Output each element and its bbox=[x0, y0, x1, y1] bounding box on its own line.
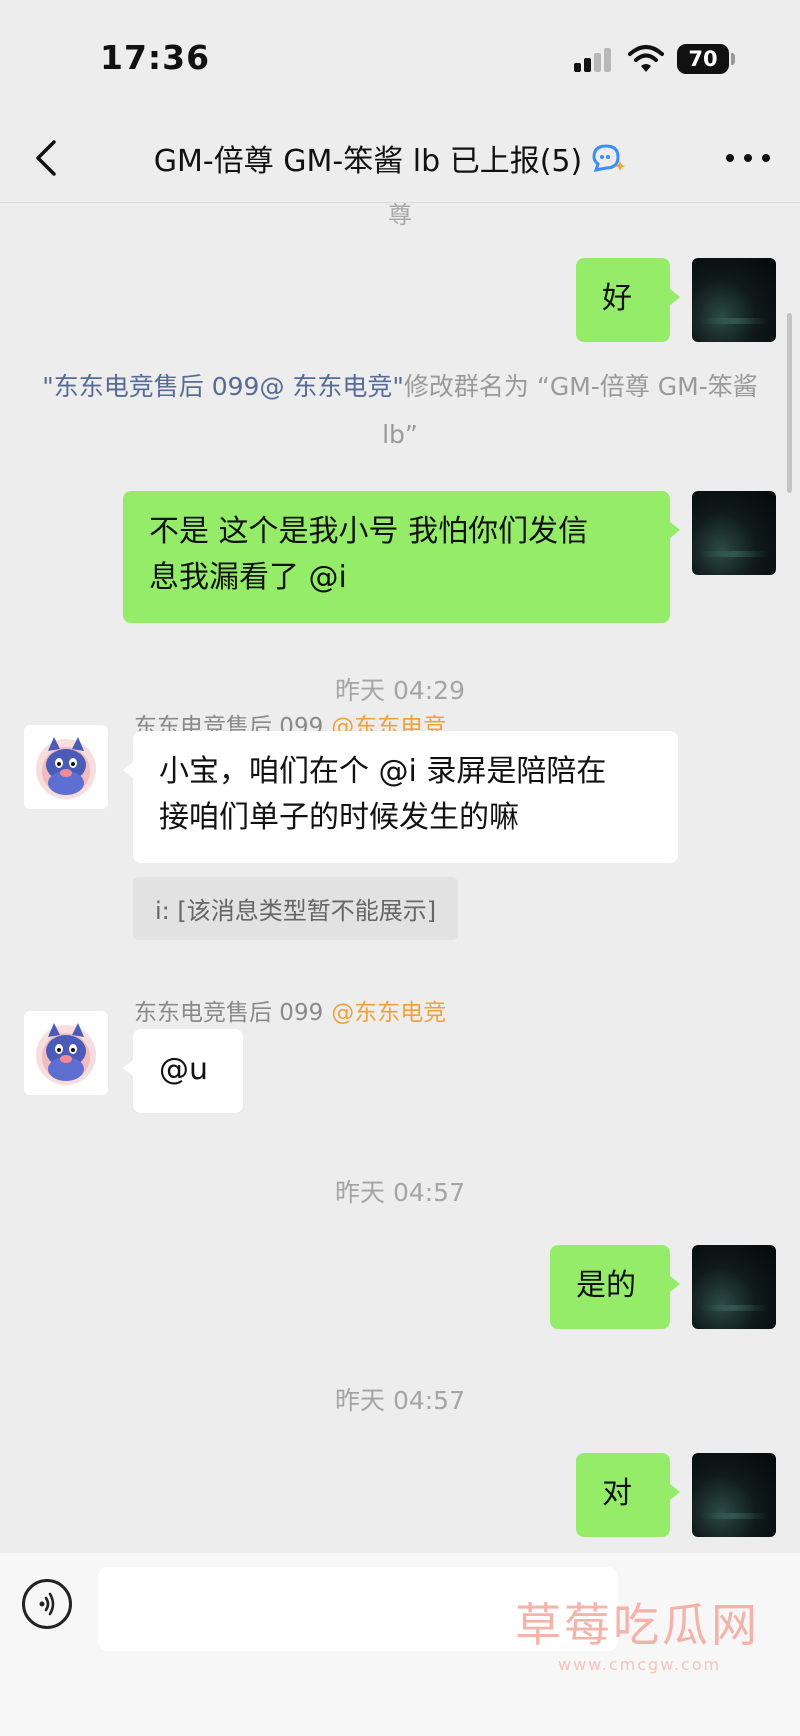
input-bar: 草莓吃瓜网 www.cmcgw.com bbox=[0, 1553, 800, 1736]
timestamp: 昨天 04:57 bbox=[335, 1178, 465, 1207]
sender-tag: @东东电竞 bbox=[331, 1000, 447, 1026]
avatar[interactable] bbox=[692, 1453, 776, 1537]
message-row-self: 不是 这个是我小号 我怕你们发信 息我漏看了 @i bbox=[0, 491, 800, 623]
system-message-link[interactable]: "东东电竞售后 099@ 东东电竞" bbox=[42, 372, 404, 401]
message-text: 好 bbox=[602, 281, 632, 316]
message-row-self: 对 bbox=[0, 1453, 800, 1537]
avatar[interactable] bbox=[24, 1011, 108, 1095]
quoted-message[interactable]: i: [该消息类型暂不能展示] bbox=[133, 877, 459, 940]
wifi-icon bbox=[628, 45, 664, 72]
message-bubble[interactable]: 不是 这个是我小号 我怕你们发信 息我漏看了 @i bbox=[123, 491, 680, 623]
message-text-line: 接咱们单子的时候发生的嘛 bbox=[159, 800, 519, 835]
avatar[interactable] bbox=[692, 258, 776, 342]
message-bubble[interactable]: 是的 bbox=[550, 1245, 680, 1329]
message-text-line: 不是 这个是我小号 我怕你们发信 bbox=[149, 514, 589, 549]
clipped-system-text: 尊 bbox=[388, 203, 412, 229]
message-bubble[interactable]: 好 bbox=[576, 258, 680, 342]
back-arrow-icon[interactable] bbox=[26, 136, 70, 180]
cellular-signal-icon bbox=[574, 48, 612, 72]
watermark-url: www.cmcgw.com bbox=[558, 1655, 722, 1674]
timestamp: 昨天 04:29 bbox=[335, 676, 465, 705]
watermark-text: 草莓吃瓜网 bbox=[515, 1598, 760, 1652]
message-text-line: 小宝，咱们在个 @i 录屏是陪陪在 bbox=[159, 754, 607, 789]
group-name: GM-倍尊 GM-笨酱 lb 已上报(5) bbox=[153, 144, 583, 179]
system-message-text: 修改群名为 “GM-倍尊 GM-笨酱 lb” bbox=[382, 372, 758, 449]
dot-icon bbox=[762, 154, 770, 162]
message-text: 是的 bbox=[576, 1268, 636, 1303]
sender-name[interactable]: 东东电竞售后 099 @东东电竞 bbox=[134, 993, 446, 1027]
battery-cap bbox=[731, 53, 735, 65]
chat-title[interactable]: GM-倍尊 GM-笨酱 lb 已上报(5) bbox=[100, 136, 680, 180]
status-time: 17:36 bbox=[100, 38, 211, 77]
cat-avatar-icon bbox=[36, 737, 96, 799]
chat-header: GM-倍尊 GM-笨酱 lb 已上报(5) bbox=[0, 118, 800, 203]
message-text-line: 息我漏看了 @i bbox=[149, 560, 347, 595]
cat-avatar-icon bbox=[36, 1023, 96, 1085]
message-bubble[interactable]: 小宝，咱们在个 @i 录屏是陪陪在 接咱们单子的时候发生的嘛 bbox=[123, 731, 678, 863]
message-row-self: 是的 bbox=[0, 1245, 800, 1329]
message-text: 对 bbox=[602, 1476, 632, 1511]
more-options-button[interactable] bbox=[726, 140, 770, 176]
sender-label: 东东电竞售后 099 bbox=[134, 1000, 324, 1026]
avatar[interactable] bbox=[692, 491, 776, 575]
message-row-self: 好 bbox=[0, 258, 800, 342]
avatar[interactable] bbox=[24, 725, 108, 809]
message-row-other: 东东电竞售后 099 @东东电竞 @u bbox=[0, 1000, 800, 1113]
message-bubble[interactable]: 对 bbox=[576, 1453, 680, 1537]
chat-area[interactable]: 尊 好 "东东电竞售后 099@ 东东电竞"修改群名为 “GM-倍尊 GM-笨酱… bbox=[0, 203, 800, 1553]
timestamp: 昨天 04:57 bbox=[335, 1386, 465, 1415]
battery-indicator: 70 bbox=[677, 44, 729, 74]
message-row-other: 东东电竞售后 099 @东东电竞 小宝，咱们在个 @i 录屏是陪陪在 接咱们单子的… bbox=[0, 714, 800, 983]
voice-icon bbox=[39, 1592, 55, 1616]
system-message: "东东电竞售后 099@ 东东电竞"修改群名为 “GM-倍尊 GM-笨酱 lb” bbox=[40, 363, 760, 459]
status-bar: 17:36 70 bbox=[0, 0, 800, 118]
dot-icon bbox=[744, 154, 752, 162]
message-text: @u bbox=[159, 1052, 209, 1087]
message-bubble[interactable]: @u bbox=[123, 1029, 243, 1113]
avatar[interactable] bbox=[692, 1245, 776, 1329]
dot-icon bbox=[726, 154, 734, 162]
voice-input-button[interactable] bbox=[22, 1579, 72, 1629]
chat-bubble-ai-icon[interactable] bbox=[590, 143, 626, 173]
